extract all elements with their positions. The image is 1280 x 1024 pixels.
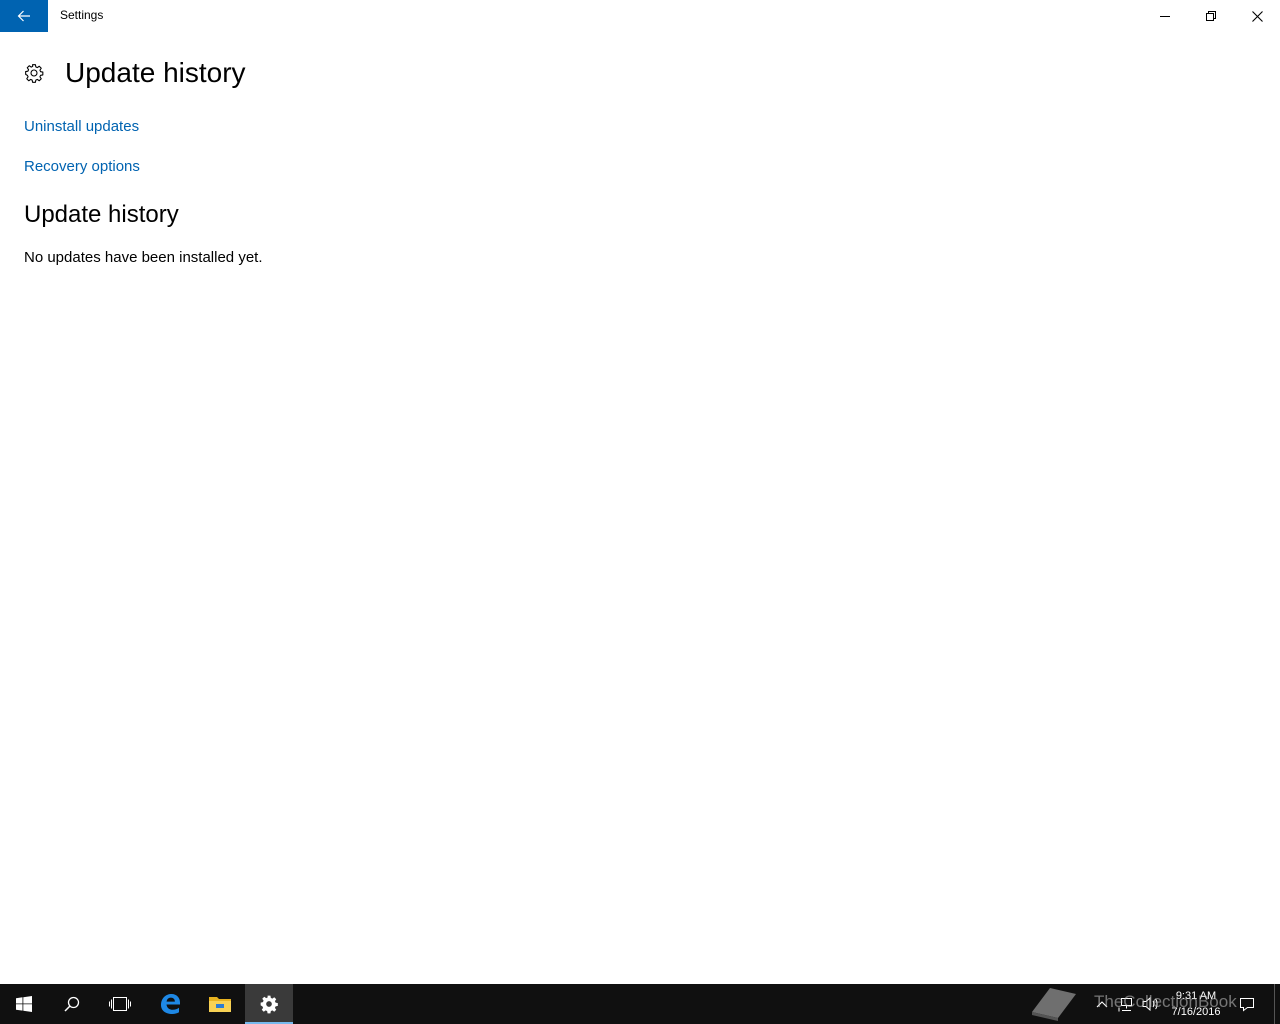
minimize-button[interactable]	[1142, 0, 1188, 32]
back-button[interactable]	[0, 0, 48, 32]
task-view-button[interactable]	[96, 984, 144, 1024]
start-button[interactable]	[0, 984, 48, 1024]
notification-icon	[1240, 998, 1254, 1012]
watermark: TheCollectionBook	[1028, 982, 1237, 1022]
watermark-text: TheCollectionBook	[1094, 992, 1237, 1011]
gear-icon	[25, 64, 44, 83]
back-arrow-icon	[17, 10, 30, 22]
window-title: Settings	[60, 8, 104, 22]
settings-taskbar-button[interactable]	[245, 984, 293, 1024]
close-button[interactable]	[1234, 0, 1280, 32]
close-icon	[1251, 10, 1263, 22]
restore-button[interactable]	[1188, 0, 1234, 32]
show-desktop-button[interactable]	[1274, 984, 1275, 1024]
task-view-icon	[109, 997, 131, 1011]
windows-logo-icon	[16, 996, 32, 1012]
file-explorer-taskbar-button[interactable]	[196, 984, 244, 1024]
edge-taskbar-button[interactable]	[146, 984, 194, 1024]
page-title: Update history	[65, 57, 246, 88]
recovery-options-link[interactable]: Recovery options	[24, 157, 140, 177]
file-explorer-icon	[209, 997, 231, 1012]
page-header: Update history	[24, 56, 246, 90]
search-button[interactable]	[48, 984, 96, 1024]
section-title: Update history	[24, 201, 179, 228]
edge-icon	[161, 994, 180, 1014]
search-icon	[64, 996, 80, 1012]
book-icon	[1032, 988, 1076, 1021]
uninstall-updates-link[interactable]: Uninstall updates	[24, 117, 139, 137]
title-bar: Settings	[0, 0, 1280, 32]
action-center-button[interactable]	[1236, 984, 1258, 1024]
empty-history-message: No updates have been installed yet.	[24, 249, 263, 266]
settings-window: Settings Update history Uninstall update…	[0, 0, 1280, 984]
restore-icon	[1206, 11, 1216, 21]
settings-icon	[260, 995, 278, 1014]
minimize-icon	[1160, 16, 1170, 17]
